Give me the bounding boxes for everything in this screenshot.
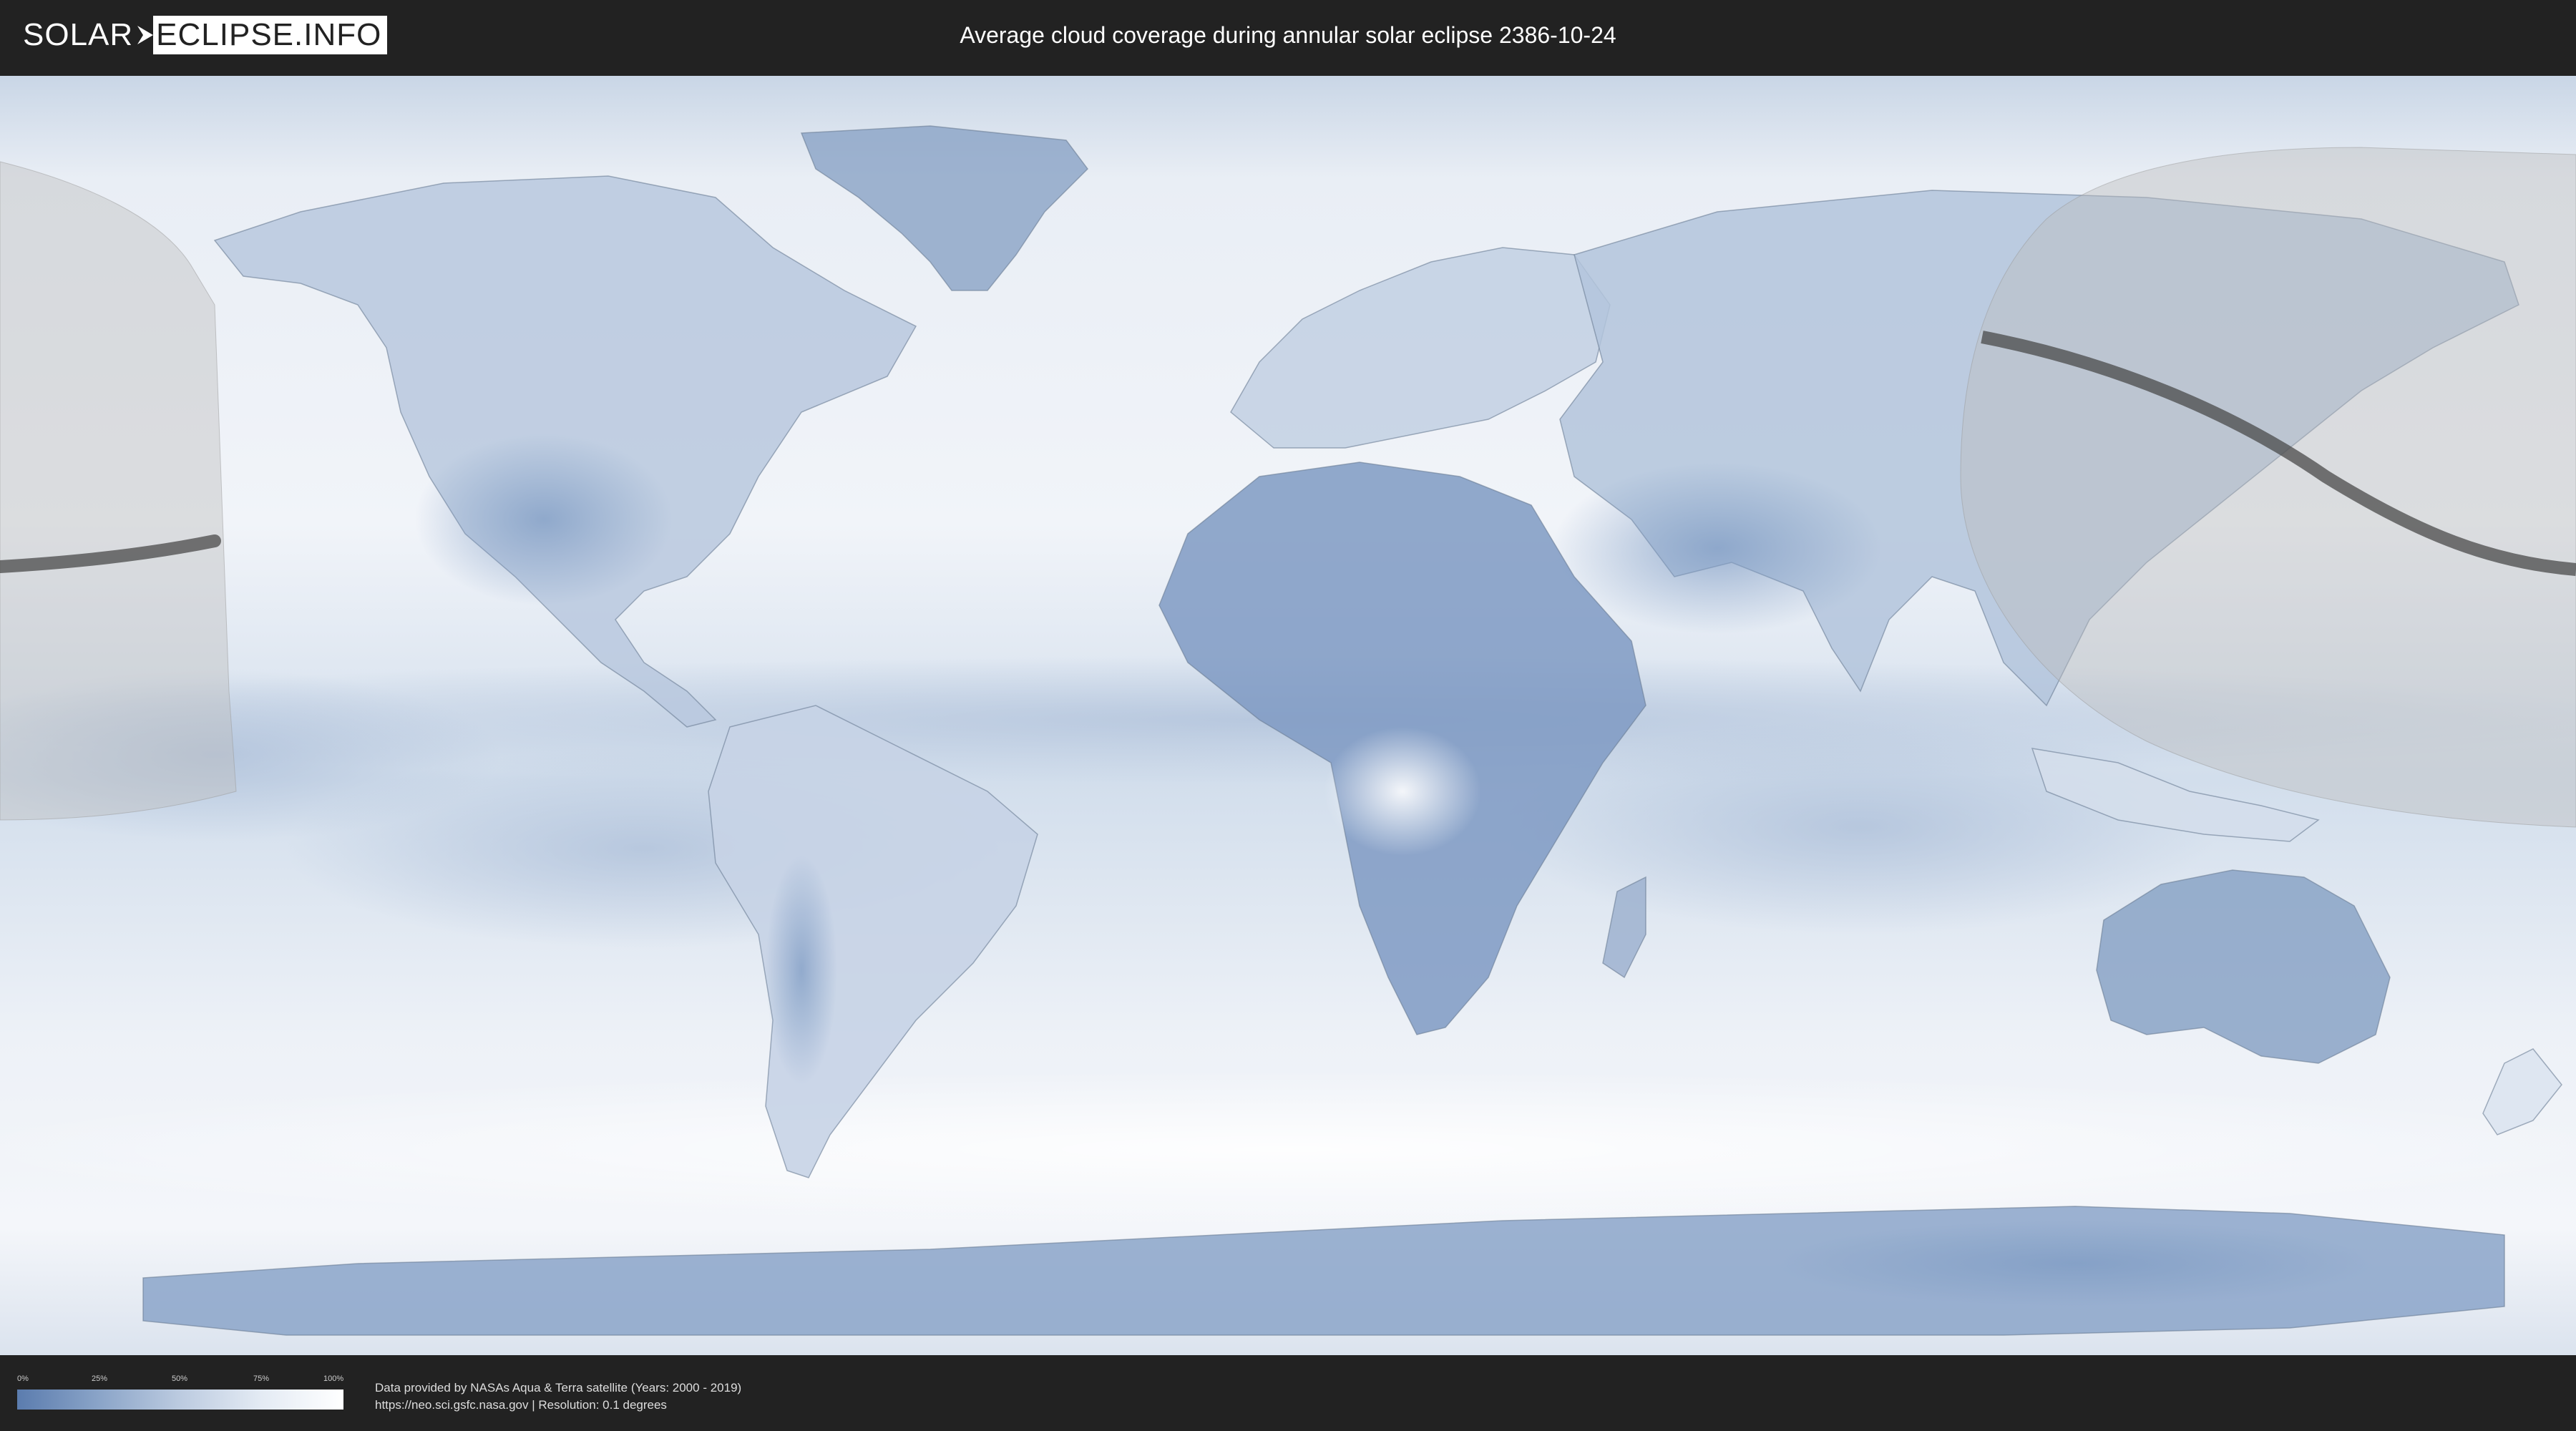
legend-tick-75: 75% bbox=[253, 1374, 270, 1383]
atacama-clear bbox=[766, 856, 837, 1085]
cloud-coverage-legend: 0% 25% 50% 75% 100% bbox=[17, 1374, 343, 1417]
legend-tick-100: 100% bbox=[323, 1374, 344, 1383]
legend-tick-50: 50% bbox=[172, 1374, 188, 1383]
legend-ticks: 0% 25% 50% 75% 100% bbox=[17, 1374, 343, 1387]
east-antarctica-clear bbox=[1775, 1221, 2376, 1307]
legend-tick-25: 25% bbox=[92, 1374, 108, 1383]
us-southwest-clear bbox=[415, 434, 673, 605]
data-credits: Data provided by NASAs Aqua & Terra sate… bbox=[375, 1379, 741, 1414]
cloud-coverage-map[interactable] bbox=[0, 76, 2576, 1355]
credits-line-source: Data provided by NASAs Aqua & Terra sate… bbox=[375, 1381, 742, 1395]
congo-cloud bbox=[1324, 727, 1481, 856]
southern-ocean-clouds bbox=[0, 1070, 2576, 1228]
header: SOLAR ECLIPSE.INFO Average cloud coverag… bbox=[0, 0, 2576, 72]
arabia-clear bbox=[1553, 462, 1882, 634]
legend-tick-0: 0% bbox=[17, 1374, 29, 1383]
legend-color-bar bbox=[17, 1390, 343, 1410]
credits-line-url[interactable]: https://neo.sci.gsfc.nasa.gov | Resoluti… bbox=[375, 1397, 741, 1414]
page-title: Average cloud coverage during annular so… bbox=[960, 22, 1616, 48]
world-map-svg bbox=[0, 76, 2576, 1355]
page: SOLAR ECLIPSE.INFO Average cloud coverag… bbox=[0, 0, 2576, 1431]
